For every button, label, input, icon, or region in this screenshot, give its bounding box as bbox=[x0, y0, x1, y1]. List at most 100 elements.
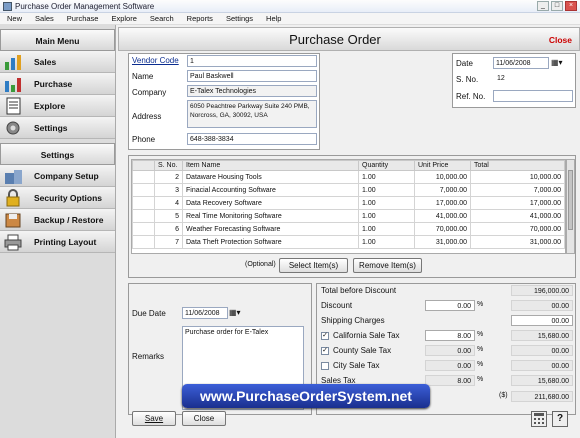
cell-item-name: Data Recovery Software bbox=[182, 196, 359, 210]
cell-item-name: Finacial Accounting Software bbox=[182, 183, 359, 197]
col-total-header: Total bbox=[470, 160, 565, 171]
county-tax-amount: 00.00 bbox=[511, 345, 573, 356]
discount-percent-symbol: % bbox=[477, 301, 484, 308]
vendor-name-field[interactable]: Paul Baskwell bbox=[187, 70, 317, 82]
table-scrollbar[interactable] bbox=[566, 159, 575, 254]
close-button[interactable]: Close bbox=[182, 411, 226, 426]
vendor-code-field[interactable]: 1 bbox=[187, 55, 317, 67]
menu-search[interactable]: Search bbox=[150, 14, 174, 23]
california-tax-percent-field[interactable]: 8.00 bbox=[425, 330, 475, 341]
sidebar-item-label: Company Setup bbox=[34, 170, 99, 181]
order-info-panel: Date 11/06/2008 ▦▾ S. No. 12 Ref. No. bbox=[452, 53, 576, 108]
col-sno-header: S. No. bbox=[154, 160, 183, 171]
purchase-order-panel: Purchase Order Close Vendor Code 1 Name … bbox=[118, 27, 580, 438]
currency-symbol: ($) bbox=[499, 392, 508, 399]
discount-percent-field[interactable]: 0.00 bbox=[425, 300, 475, 311]
due-date-label: Due Date bbox=[132, 309, 166, 318]
menu-reports[interactable]: Reports bbox=[187, 14, 213, 23]
menu-explore[interactable]: Explore bbox=[111, 14, 136, 23]
optional-label: (Optional) bbox=[245, 261, 276, 268]
sidebar-item-backup-restore[interactable]: Backup / Restore bbox=[0, 209, 115, 231]
cell-total: 7,000.00 bbox=[470, 183, 565, 197]
menu-sales[interactable]: Sales bbox=[35, 14, 54, 23]
menu-new[interactable]: New bbox=[7, 14, 22, 23]
vendor-code-link[interactable]: Vendor Code bbox=[132, 56, 179, 65]
sidebar-item-sales[interactable]: Sales bbox=[0, 51, 115, 73]
window-close-button[interactable]: × bbox=[565, 1, 577, 11]
remove-items-button[interactable]: Remove Item(s) bbox=[353, 258, 422, 273]
cell-quantity: 1.00 bbox=[358, 209, 415, 223]
menu-settings[interactable]: Settings bbox=[226, 14, 253, 23]
sno-value: 12 bbox=[497, 75, 505, 82]
cell-quantity: 1.00 bbox=[358, 222, 415, 236]
sno-label: S. No. bbox=[456, 75, 479, 84]
order-date-field[interactable]: 11/06/2008 bbox=[493, 57, 549, 69]
due-date-field[interactable]: 11/06/2008 bbox=[182, 307, 228, 319]
sidebar-item-settings[interactable]: Settings bbox=[0, 117, 115, 139]
table-row[interactable]: 5 Real Time Monitoring Software 1.00 41,000… bbox=[132, 209, 565, 223]
cell-item-name: Data Theft Protection Software bbox=[182, 235, 359, 249]
california-tax-checkbox[interactable]: ✓ bbox=[321, 332, 329, 340]
scrollbar-thumb[interactable] bbox=[568, 170, 573, 230]
sidebar-item-purchase[interactable]: Purchase bbox=[0, 73, 115, 95]
grand-total-value: 211,680.00 bbox=[511, 391, 573, 402]
cell-sno: 3 bbox=[154, 183, 183, 197]
city-percent-symbol: % bbox=[477, 361, 484, 368]
company-setup-icon bbox=[3, 167, 25, 185]
shipping-label: Shipping Charges bbox=[321, 316, 385, 325]
sales-tax-percent: 8.00 bbox=[425, 375, 475, 386]
shipping-field[interactable]: 00.00 bbox=[511, 315, 573, 326]
sidebar-item-security-options[interactable]: Security Options bbox=[0, 187, 115, 209]
ref-no-field[interactable] bbox=[493, 90, 573, 102]
table-row[interactable]: 7 Data Theft Protection Software 1.00 31,00… bbox=[132, 235, 565, 249]
cell-sno: 5 bbox=[154, 209, 183, 223]
table-row[interactable]: 6 Weather Forecasting Software 1.00 70,000.… bbox=[132, 222, 565, 236]
header-close-link[interactable]: Close bbox=[549, 35, 572, 45]
county-tax-percent-field[interactable]: 0.00 bbox=[425, 345, 475, 356]
city-tax-amount: 00.00 bbox=[511, 360, 573, 371]
california-tax-amount: 15,680.00 bbox=[511, 330, 573, 341]
maximize-button[interactable]: □ bbox=[551, 1, 563, 11]
sidebar-item-printing-layout[interactable]: Printing Layout bbox=[0, 231, 115, 253]
title-bar: Purchase Order Management Software _ □ × bbox=[0, 0, 580, 13]
company-label: Company bbox=[132, 88, 167, 97]
cell-unit-price: 10,000.00 bbox=[414, 170, 471, 184]
sidebar-item-label: Security Options bbox=[34, 192, 103, 203]
cell-unit-price: 31,000.00 bbox=[414, 235, 471, 249]
sales-chart-icon bbox=[3, 53, 25, 71]
help-icon[interactable]: ? bbox=[552, 411, 568, 427]
cell-item-name: Real Time Monitoring Software bbox=[182, 209, 359, 223]
calculator-icon[interactable] bbox=[531, 411, 547, 427]
cell-total: 41,000.00 bbox=[470, 209, 565, 223]
city-tax-percent-field[interactable]: 0.00 bbox=[425, 360, 475, 371]
cell-sno: 4 bbox=[154, 196, 183, 210]
purchase-chart-icon bbox=[3, 75, 25, 93]
cell-quantity: 1.00 bbox=[358, 183, 415, 197]
explore-document-icon bbox=[3, 97, 25, 115]
address-field[interactable]: 6050 Peachtree Parkway Suite 240 PMB, No… bbox=[187, 100, 317, 128]
menu-help[interactable]: Help bbox=[266, 14, 281, 23]
calendar-dropdown-icon[interactable]: ▦▾ bbox=[551, 58, 563, 67]
select-items-button[interactable]: Select Item(s) bbox=[279, 258, 348, 273]
website-banner: www.PurchaseOrderSystem.net bbox=[182, 384, 430, 408]
due-date-calendar-icon[interactable]: ▦▾ bbox=[229, 308, 241, 317]
minimize-button[interactable]: _ bbox=[537, 1, 549, 11]
sidebar-item-company-setup[interactable]: Company Setup bbox=[0, 165, 115, 187]
table-row[interactable]: 3 Finacial Accounting Software 1.00 7,000.0… bbox=[132, 183, 565, 197]
menu-purchase[interactable]: Purchase bbox=[67, 14, 99, 23]
county-tax-checkbox[interactable]: ✓ bbox=[321, 347, 329, 355]
discount-label: Discount bbox=[321, 301, 353, 310]
save-button[interactable]: Save bbox=[132, 411, 176, 426]
table-row[interactable]: 4 Data Recovery Software 1.00 17,000.00 17,0… bbox=[132, 196, 565, 210]
city-tax-checkbox[interactable] bbox=[321, 362, 329, 370]
table-row[interactable]: 2 Dataware Housing Tools 1.00 10,000.00 10,0… bbox=[132, 170, 565, 184]
printer-icon bbox=[3, 233, 25, 251]
california-percent-symbol: % bbox=[477, 331, 484, 338]
california-tax-label: California Sale Tax bbox=[333, 331, 400, 340]
company-field[interactable]: E-Talex Technologies bbox=[187, 85, 317, 97]
gear-icon bbox=[3, 119, 25, 137]
settings-section-title: Settings bbox=[0, 143, 115, 165]
phone-field[interactable]: 648-388-3834 bbox=[187, 133, 317, 145]
row-selector-header bbox=[132, 160, 155, 171]
sidebar-item-explore[interactable]: Explore bbox=[0, 95, 115, 117]
